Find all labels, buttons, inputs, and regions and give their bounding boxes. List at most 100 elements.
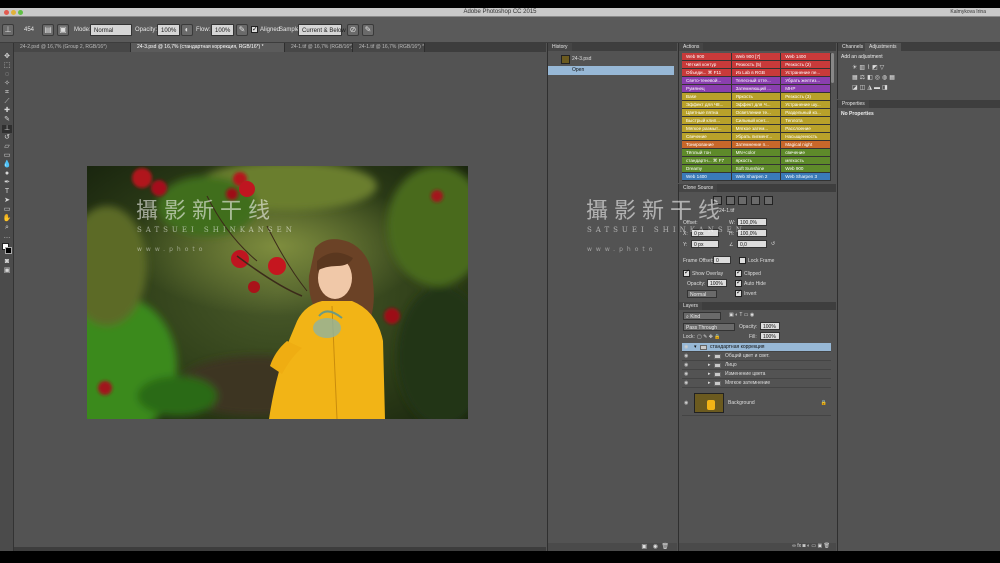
action-button[interactable]: Резкость (5) <box>731 61 782 69</box>
layer-row[interactable]: ◉ ▸ Мягкое затемнение <box>682 379 831 388</box>
screen-mode-icon[interactable]: ▣ <box>2 267 12 275</box>
action-button[interactable]: Dreamy <box>682 165 732 173</box>
clone-stamp-preset-icon[interactable]: ⊥ <box>2 24 14 36</box>
action-button[interactable]: Web 1400 <box>682 173 732 181</box>
action-button[interactable]: Чёткий контур <box>682 61 732 69</box>
action-button[interactable]: мягкость <box>781 157 831 165</box>
action-button[interactable]: Осветление те... <box>731 109 782 117</box>
type-tool-icon[interactable]: T <box>2 188 12 196</box>
visibility-eye-icon[interactable]: ◉ <box>684 379 690 388</box>
layer-blend-mode-select[interactable]: Pass Through <box>683 323 735 331</box>
action-button[interactable]: Устранение шу... <box>781 101 831 109</box>
frame-offset-field[interactable]: 0 <box>713 256 731 264</box>
action-button[interactable]: Web 900 <box>781 165 831 173</box>
black-white-icon[interactable]: ◧ <box>867 75 875 81</box>
shape-tool-icon[interactable]: ▭ <box>2 206 12 214</box>
tab-history[interactable]: History <box>548 43 572 51</box>
h-field[interactable]: 100,0% <box>737 229 767 237</box>
threshold-icon[interactable]: ◮ <box>867 85 874 91</box>
color-lookup-icon[interactable]: ▦ <box>889 75 897 81</box>
actions-scrollbar[interactable] <box>831 53 834 83</box>
document-canvas[interactable] <box>14 52 546 551</box>
layer-row[interactable]: ◉ ▸ Общий цвет и свет. <box>682 352 831 361</box>
action-button[interactable]: Эффект для Ч8... <box>682 101 732 109</box>
lock-icons[interactable]: ▢ ✎ ✥ 🔒 <box>697 334 721 340</box>
gradient-tool-icon[interactable]: ▭ <box>2 152 12 160</box>
action-button[interactable]: Раздельный ко... <box>781 109 831 117</box>
action-button[interactable]: MHP <box>781 85 831 93</box>
w-field[interactable]: 100,0% <box>737 218 767 226</box>
tab-24-1-copy[interactable]: 24-1.tif @ 16,7% (RGB/16*) * <box>353 43 425 52</box>
action-button[interactable]: Убрать желтиз... <box>781 77 831 85</box>
action-button[interactable]: свечение <box>781 149 831 157</box>
action-button[interactable]: Цветные пятна <box>682 109 732 117</box>
action-button[interactable]: Объеди... ⌘ F11 <box>682 69 732 77</box>
action-button[interactable]: Затемнение п... <box>731 141 782 149</box>
action-button[interactable]: Теплота <box>781 117 831 125</box>
quick-select-tool-icon[interactable]: ✧ <box>2 80 12 88</box>
action-button[interactable]: Резкость (2) <box>781 61 831 69</box>
opacity-field[interactable]: 100% <box>157 24 181 36</box>
action-button[interactable]: Быстрый клип... <box>682 117 732 125</box>
expand-arrow-icon[interactable]: ▸ <box>708 379 711 388</box>
exposure-icon[interactable]: ◩ <box>872 65 880 71</box>
y-field[interactable]: 0 px <box>691 240 719 248</box>
action-button[interactable]: Web Sharpen 2 <box>731 173 782 181</box>
foreground-background-color-icon[interactable] <box>2 243 12 255</box>
clone-source-4-icon[interactable] <box>751 196 761 205</box>
zoom-tool-icon[interactable]: ⌕ <box>2 224 12 232</box>
action-button[interactable]: Насыщенность <box>781 133 831 141</box>
aligned-checkbox[interactable]: Aligned <box>251 24 280 36</box>
action-button[interactable]: Затемняющий ... <box>731 85 782 93</box>
fill-field[interactable]: 100% <box>760 332 780 340</box>
visibility-eye-icon[interactable]: ◉ <box>684 390 690 416</box>
action-button[interactable]: Мягкое размыт... <box>682 125 732 133</box>
action-button[interactable]: Web 900 [7] <box>731 53 782 61</box>
healing-tool-icon[interactable]: ✚ <box>2 107 12 115</box>
history-step[interactable]: Open <box>548 66 674 75</box>
action-button[interactable]: Резкость (3) <box>781 93 831 101</box>
auto-hide-checkbox[interactable]: Auto Hide <box>735 278 766 287</box>
action-button[interactable]: Расслоение <box>781 125 831 133</box>
clone-source-5-icon[interactable] <box>763 196 773 205</box>
photo-filter-icon[interactable]: ◎ <box>875 75 882 81</box>
action-button[interactable]: Web Sharpen 3 <box>781 173 831 181</box>
tab-properties[interactable]: Properties <box>838 100 869 108</box>
user-name[interactable]: Kalmykova Irina <box>950 9 986 15</box>
action-button[interactable]: Web 1400 <box>781 53 831 61</box>
action-button[interactable]: Magical night <box>781 141 831 149</box>
expand-arrow-icon[interactable]: ▸ <box>708 370 711 379</box>
clone-source-1-icon[interactable] <box>713 196 722 205</box>
tab-layers[interactable]: Layers <box>679 302 703 310</box>
history-snapshot[interactable]: 24-3.psd <box>548 54 674 65</box>
lasso-tool-icon[interactable]: ◌ <box>2 71 12 79</box>
clone-stamp-tool-icon[interactable]: ⊥ <box>2 125 12 133</box>
vibrance-icon[interactable]: ▽ <box>880 65 887 71</box>
expand-arrow-icon[interactable]: ▸ <box>708 352 711 361</box>
tab-24-2[interactable]: 24-2.psd @ 16,7% (Group 2, RGB/16*) <box>14 43 131 52</box>
layer-row[interactable]: ◉ ▸ Лицо <box>682 361 831 370</box>
gradient-map-icon[interactable]: ▬ <box>874 85 882 91</box>
tab-adjustments[interactable]: Adjustments <box>865 43 901 51</box>
action-button[interactable]: Свето-теневой... <box>682 77 732 85</box>
layer-opacity-field[interactable]: 100% <box>760 322 780 330</box>
action-button[interactable]: Устранение пе... <box>781 69 831 77</box>
action-button[interactable]: стандартн... ⌘ F7 <box>682 157 732 165</box>
color-balance-icon[interactable]: ⚖ <box>860 75 867 81</box>
delete-layer-icon[interactable]: 🗑 <box>824 543 830 549</box>
mode-select[interactable]: Normal <box>90 24 132 36</box>
background-layer-row[interactable]: ◉ Background 🔒 <box>682 390 831 416</box>
action-button[interactable]: Base <box>682 93 732 101</box>
clipped-checkbox[interactable]: Clipped <box>735 268 761 277</box>
lock-frame-checkbox[interactable]: Lock Frame <box>739 257 774 264</box>
eyedropper-tool-icon[interactable]: ⟋ <box>2 98 12 106</box>
photo-girl-yellow-coat[interactable] <box>87 166 468 419</box>
angle-field[interactable]: 0,0 <box>737 240 767 248</box>
action-button[interactable]: яркость <box>731 157 782 165</box>
action-button[interactable]: Свечение <box>682 133 732 141</box>
dodge-tool-icon[interactable]: ● <box>2 170 12 178</box>
tab-actions[interactable]: Actions <box>679 43 704 51</box>
sample-select[interactable]: Current & Below <box>298 24 346 36</box>
layer-row[interactable]: ◉ ▸ Изменение цвета <box>682 370 831 379</box>
move-tool-icon[interactable]: ✥ <box>2 53 12 61</box>
